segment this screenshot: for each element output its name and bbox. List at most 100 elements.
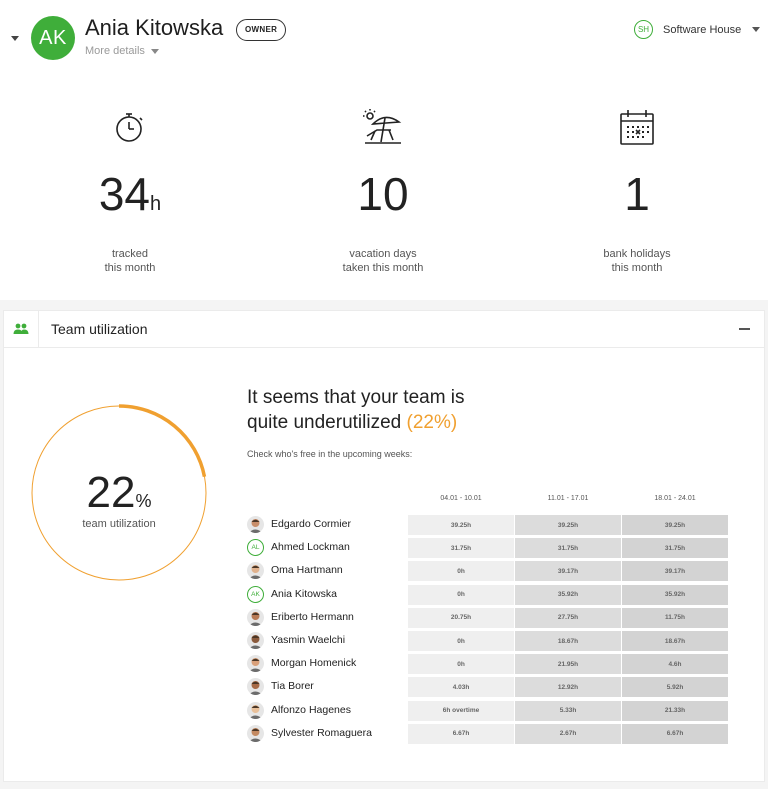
stat-caption: taken this month [342,262,424,274]
profile-header-area: AK Ania Kitowska OWNER More details SH S… [0,0,768,300]
person-row[interactable]: Oma Hartmann 0h 39.17h 39.17h [247,561,730,582]
availability-cell: 31.75h [408,538,514,559]
availability-cell: 6.67h [622,723,728,744]
availability-cell: 21.33h [622,700,728,721]
person-row[interactable]: AK Ania Kitowska 0h 35.92h 35.92h [247,584,730,605]
person-name: Eriberto Hermann [271,610,354,623]
headline-highlight: (22%) [406,412,458,433]
person-initials-avatar: AK [247,585,264,603]
availability-cell: 18.67h [622,631,728,651]
stat-caption: this month [104,262,156,274]
chevron-down-icon [150,48,159,54]
person-name: Ania Kitowska [271,587,337,600]
person-photo-avatar [247,516,264,533]
card-header: Team utilization [4,310,764,348]
availability-cell: 39.25h [515,515,621,535]
stat-value: 10 [357,168,409,220]
card-title: Team utilization [51,321,148,337]
person-photo-avatar [247,678,264,696]
availability-cell: 11.75h [622,607,728,628]
person-row[interactable]: Tia Borer 4.03h 12.92h 5.92h [247,677,730,698]
person-row[interactable]: Sylvester Romaguera 6.67h 2.67h 6.67h [247,723,730,744]
organization-switcher[interactable]: SH Software House [634,20,761,39]
availability-cell: 18.67h [515,631,621,651]
person-name: Yasmin Waelchi [271,634,346,646]
stat-unit: h [150,193,162,215]
availability-cell: 21.95h [515,654,621,675]
collapse-caret-icon[interactable] [11,36,19,41]
availability-cell: 4.6h [622,654,728,675]
headline-line: It seems that your team is [247,387,465,408]
availability-cell: 12.92h [515,677,621,698]
person-photo-avatar [247,655,264,673]
availability-cell: 39.25h [408,515,514,535]
person-row[interactable]: AL Ahmed Lockman 31.75h 31.75h 31.75h [247,538,730,559]
person-name: Sylvester Romaguera [271,726,372,739]
availability-cell: 39.17h [622,561,728,582]
week-header: 11.01 - 17.01 [547,495,589,502]
person-row[interactable]: Edgardo Cormier 39.25h 39.25h 39.25h [247,515,730,535]
person-row[interactable]: Eriberto Hermann 20.75h 27.75h 11.75h [247,607,730,628]
utilization-arc [118,404,207,478]
collapse-card-button[interactable] [739,328,750,330]
availability-cell: 4.03h [408,677,514,698]
availability-cell: 6.67h [408,723,514,744]
utilization-caption: team utilization [82,518,156,530]
user-name: Ania Kitowska [85,15,224,40]
org-badge: SH [634,20,653,39]
person-photo-avatar [247,608,264,626]
availability-cell: 5.92h [622,677,728,698]
week-header: 04.01 - 10.01 [440,495,482,502]
person-name: Morgan Homenick [271,657,357,670]
chevron-down-icon [752,27,761,32]
utilization-headline: It seems that your team is quite underut… [247,385,465,435]
person-photo-avatar [247,724,264,742]
person-initials-avatar: AL [247,539,264,557]
calendar-icon [527,105,747,149]
availability-cell: 0h [408,584,514,605]
availability-cell: 20.75h [408,607,514,628]
stat-value: 1 [624,168,650,220]
stat-caption: bank holidays [603,248,671,260]
availability-cell: 31.75h [515,538,621,559]
free-weeks-hint: Check who's free in the upcoming weeks: [247,449,413,459]
week-header: 18.01 - 24.01 [654,495,696,502]
team-icon [4,310,39,348]
org-name: Software House [663,23,742,36]
person-row[interactable]: Alfonzo Hagenes 6h overtime 5.33h 21.33h [247,700,730,721]
beach-chair-icon [273,105,493,149]
stat-tracked: 34h tracked this month [20,105,240,275]
person-photo-avatar [247,632,264,649]
availability-cell: 27.75h [515,607,621,628]
person-name: Tia Borer [271,680,314,693]
availability-cell: 0h [408,654,514,675]
person-name: Edgardo Cormier [271,518,351,530]
availability-cell: 39.17h [515,561,621,582]
stat-bank-holidays: 1 bank holidays this month [527,105,747,275]
headline-line: quite underutilized [247,412,402,433]
person-photo-avatar [247,562,264,580]
stat-caption: tracked [111,248,149,260]
person-name: Alfonzo Hagenes [271,703,351,716]
person-name: Oma Hartmann [271,564,343,577]
availability-cell: 39.25h [622,515,728,535]
stat-vacation: 10 vacation days taken this month [273,105,493,275]
person-row[interactable]: Yasmin Waelchi 0h 18.67h 18.67h [247,631,730,651]
availability-cell: 35.92h [515,584,621,605]
utilization-ring: 22% team utilization [30,404,208,582]
utilization-value: 22 [86,468,136,517]
availability-cell: 0h [408,631,514,651]
more-details-label: More details [85,45,145,57]
user-avatar: AK [31,16,75,60]
person-photo-avatar [247,701,264,719]
person-name: Ahmed Lockman [271,541,350,554]
more-details-toggle[interactable]: More details [85,45,159,57]
availability-cell: 35.92h [622,584,728,605]
utilization-unit: % [135,491,152,511]
role-badge: OWNER [236,19,287,41]
stat-value: 34 [98,168,151,220]
stopwatch-icon [20,105,240,149]
availability-cell: 2.67h [515,723,621,744]
person-row[interactable]: Morgan Homenick 0h 21.95h 4.6h [247,654,730,675]
team-utilization-card: Team utilization 22% team utilization It… [3,310,765,782]
